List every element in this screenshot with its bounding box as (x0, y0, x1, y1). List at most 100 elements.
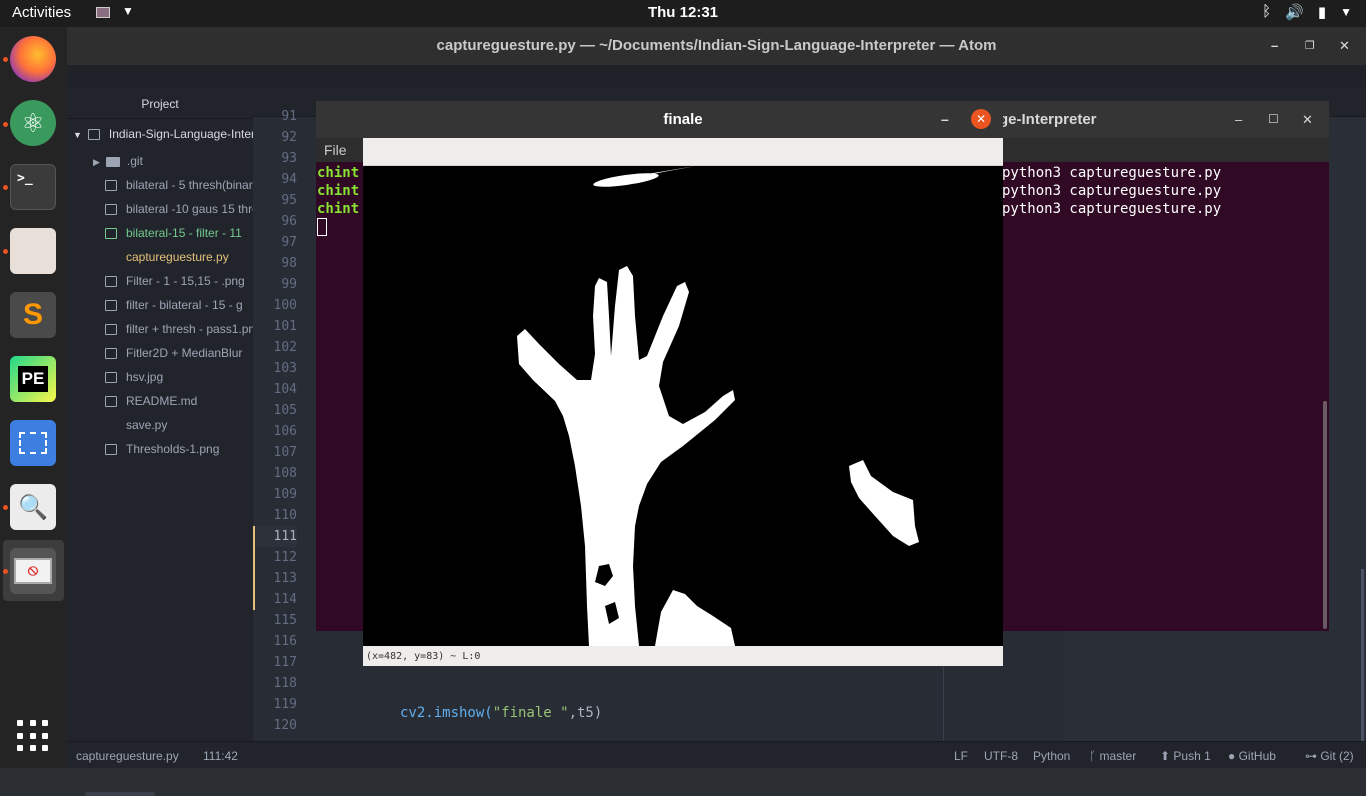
tree-item[interactable]: hsv.jpg (105, 366, 253, 388)
code-args: ,t5) (568, 705, 603, 721)
tree-item-label: save.py (126, 418, 168, 432)
status-file-path[interactable]: captureguesture.py (76, 749, 179, 763)
bluetooth-icon[interactable]: ᛒ (1262, 3, 1271, 21)
image-file-icon (105, 228, 117, 240)
line-number: 120 (273, 718, 297, 733)
tree-item-label: bilateral - 5 thresh(binary - 15) (126, 178, 253, 192)
close-icon[interactable]: ✕ (971, 109, 991, 129)
line-number: 101 (273, 319, 297, 334)
tree-item[interactable]: filter + thresh - pass1.png (105, 318, 253, 340)
finale-title-bar[interactable]: finale – ✕ (363, 101, 1003, 138)
image-file-icon (105, 444, 117, 456)
tree-root-label: Indian-Sign-Language-Interpreter (108, 127, 253, 141)
terminal-scrollbar[interactable] (1323, 401, 1327, 629)
line-number: 113 (253, 568, 297, 589)
horizontal-scrollbar[interactable] (85, 792, 155, 796)
tree-root[interactable]: ▼ Indian-Sign-Language-Interpreter (73, 123, 253, 145)
line-number: 96 (281, 214, 297, 229)
tree-header[interactable]: Project (67, 89, 253, 119)
line-number: 93 (281, 151, 297, 166)
tree-item[interactable]: Fitler2D + MedianBlur (105, 342, 253, 364)
firefox-icon[interactable] (10, 36, 56, 82)
atom-icon[interactable]: ⚛ (10, 100, 56, 146)
tree-item[interactable]: filter - bilateral - 15 - g (105, 294, 253, 316)
opencv-image-window[interactable]: finale – ✕ (x=482, y=83) ~ L:0 (363, 101, 1003, 666)
status-github[interactable]: ● GitHub (1228, 749, 1276, 763)
line-number: 106 (273, 424, 297, 439)
line-number: 91 (281, 109, 297, 124)
system-tray[interactable]: ᛒ 🔊 ▮ ▼ (1262, 3, 1352, 21)
minimize-icon[interactable]: – (1271, 27, 1278, 65)
screenshot-icon[interactable] (10, 420, 56, 466)
image-file-icon (105, 180, 117, 192)
battery-icon[interactable]: ▮ (1318, 3, 1326, 21)
status-branch[interactable]: ᚴ master (1089, 749, 1136, 763)
status-bar: captureguesture.py 111:42 LF UTF-8 Pytho… (67, 741, 1366, 768)
opencv-window-icon[interactable]: ⦸ (10, 548, 56, 594)
image-file-icon (105, 276, 117, 288)
vertical-scrollbar[interactable] (1361, 569, 1364, 759)
line-number: 111 (253, 526, 297, 547)
image-file-icon (105, 372, 117, 384)
white-blob (593, 173, 659, 187)
tree-item[interactable]: save.py (105, 414, 253, 436)
terminal-command: python3 captureguesture.py (1002, 165, 1222, 181)
image-file-icon (105, 300, 117, 312)
clock[interactable]: Thu 12:31 (0, 4, 1366, 21)
threshold-image[interactable] (363, 166, 1003, 646)
search-icon[interactable]: 🔍 (10, 484, 56, 530)
tree-item-label: hsv.jpg (126, 370, 164, 384)
tree-item[interactable]: Filter - 1 - 15,15 - .png (105, 270, 253, 292)
code-function: cv2.imshow( (400, 705, 493, 721)
line-number: 107 (273, 445, 297, 460)
files-icon[interactable] (10, 228, 56, 274)
minimize-icon[interactable]: – (1235, 101, 1242, 138)
book-icon (105, 396, 117, 408)
image-file-icon (105, 204, 117, 216)
show-apps-icon[interactable] (17, 720, 49, 752)
terminal-icon[interactable]: >_ (10, 164, 56, 210)
code-file-icon (105, 252, 117, 263)
status-git[interactable]: ⊶ Git (2) (1305, 749, 1354, 763)
tree-item[interactable]: captureguesture.py (105, 246, 253, 268)
terminal-command: python3 captureguesture.py (1002, 183, 1222, 199)
push-label: Push 1 (1173, 749, 1211, 763)
tree-item[interactable]: README.md (105, 390, 253, 412)
tree-item[interactable]: ▶ .git (93, 150, 253, 172)
minimize-icon[interactable]: – (941, 101, 949, 138)
atom-title-bar[interactable]: captureguesture.py — ~/Documents/Indian-… (67, 27, 1366, 65)
finale-toolbar (363, 138, 1003, 166)
hand-mask-image (517, 166, 919, 646)
menu-file[interactable]: File (324, 138, 347, 162)
volume-icon[interactable]: 🔊 (1285, 3, 1304, 21)
chevron-right-icon: ▶ (93, 157, 100, 167)
code-line[interactable]: cv2.imshow("finale ",t5) (400, 703, 602, 724)
close-icon[interactable]: ✕ (1339, 27, 1350, 65)
status-push[interactable]: ⬆ Push 1 (1160, 749, 1211, 763)
tree-item[interactable]: bilateral-15 - filter - 11 (105, 222, 253, 244)
pycharm-icon[interactable]: PE (10, 356, 56, 402)
line-number-gutter: 91 92 93 94 95 96 97 98 99 100 101 102 103 104 105 106 1… (253, 109, 303, 741)
terminal-prompt: chint (317, 165, 360, 181)
line-number: 99 (281, 277, 297, 292)
restore-icon[interactable]: ❐ (1305, 27, 1315, 65)
terminal-command: python3 captureguesture.py (1002, 201, 1222, 217)
line-number: 114 (253, 589, 297, 610)
line-number: 115 (273, 613, 297, 628)
sublime-icon[interactable]: S (10, 292, 56, 338)
white-blob (655, 590, 735, 646)
hand-mask (517, 266, 735, 646)
status-grammar[interactable]: Python (1033, 749, 1070, 763)
chevron-down-icon[interactable]: ▼ (1340, 3, 1352, 21)
branch-label: master (1099, 749, 1137, 763)
status-cursor-position[interactable]: 111:42 (203, 749, 238, 763)
tree-item[interactable]: bilateral -10 gaus 15 thresh (105, 198, 253, 220)
tree-item[interactable]: Thresholds-1.png (105, 438, 253, 460)
close-icon[interactable]: ✕ (1302, 101, 1313, 138)
maximize-icon[interactable]: ☐ (1268, 101, 1279, 138)
status-line-ending[interactable]: LF (954, 749, 968, 763)
line-number: 97 (281, 235, 297, 250)
tree-item[interactable]: bilateral - 5 thresh(binary - 15) (105, 174, 253, 196)
line-number: 102 (273, 340, 297, 355)
status-encoding[interactable]: UTF-8 (984, 749, 1018, 763)
